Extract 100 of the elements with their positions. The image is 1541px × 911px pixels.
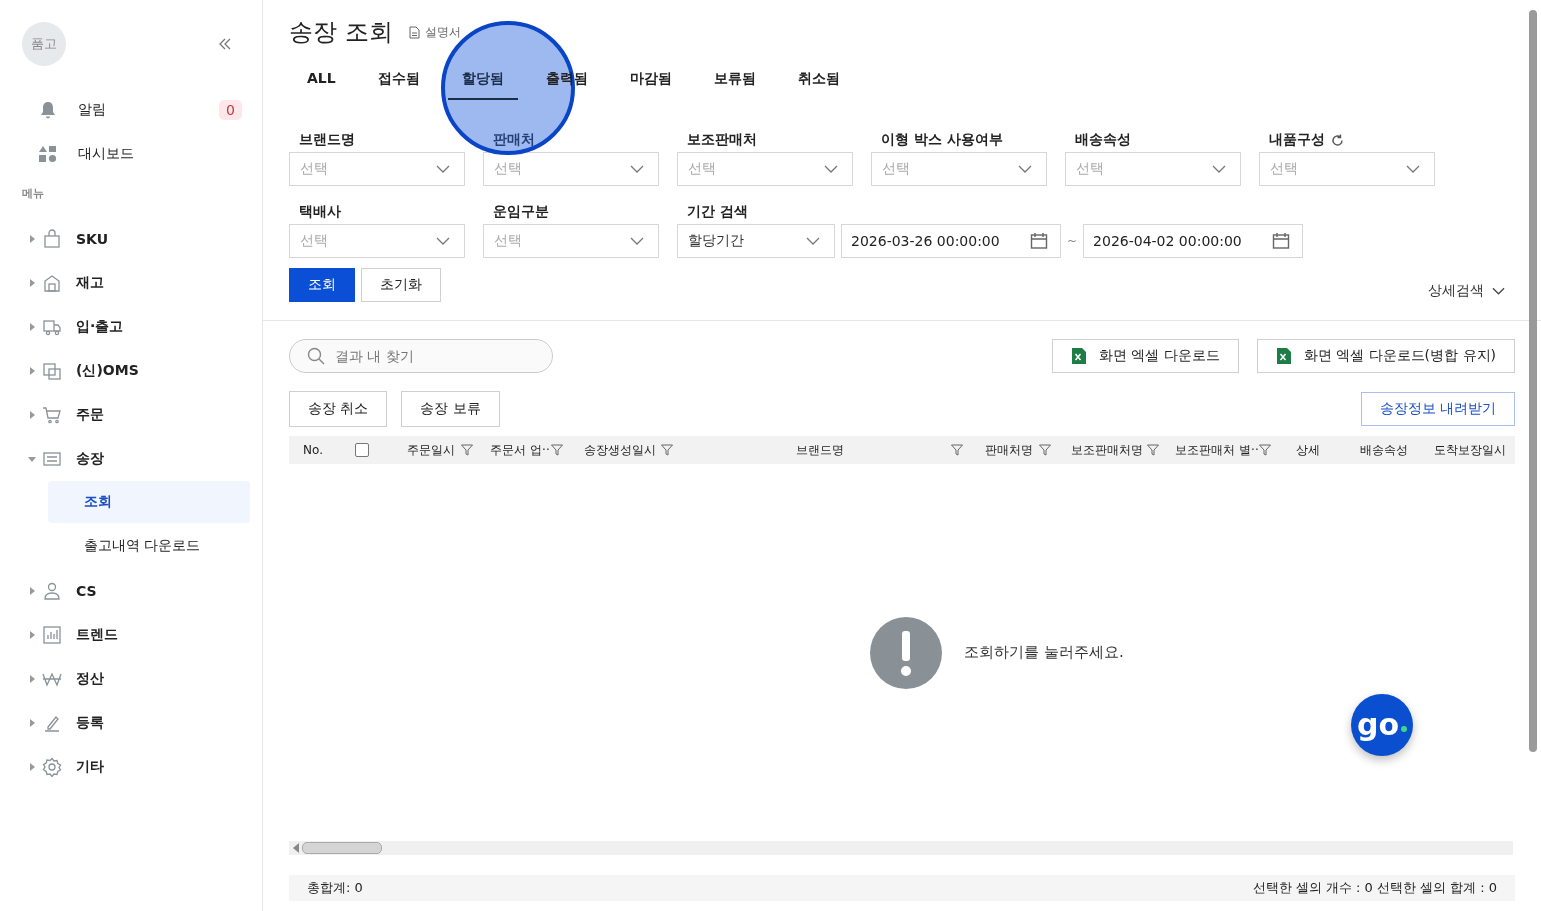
search-field[interactable]: 결과 내 찾기 [289,339,553,373]
date-field[interactable]: 2026-03-26 00:00:00 [841,224,1061,258]
filter-label: 판매처 [493,131,535,149]
horizontal-scrollbar[interactable] [289,841,1513,855]
menu-item[interactable]: 입·출고 [22,305,250,349]
caret-icon [28,411,36,419]
caret-icon [28,763,36,771]
truck-icon [42,317,62,337]
filter-icon[interactable] [1039,444,1051,456]
chevron-icon [1212,165,1226,173]
chevron-icon [824,165,838,173]
filter-icon[interactable] [661,444,673,456]
caret-icon [28,367,36,375]
scroll-left-icon[interactable] [292,843,300,853]
column-header: 주문일시 [407,441,455,459]
status-tab[interactable]: 접수됨 [363,62,434,100]
advanced-search-toggle[interactable]: 상세검색 [1428,282,1505,300]
filter-icon[interactable] [551,444,563,456]
caret-icon [28,279,36,287]
filter-icon[interactable] [1147,444,1159,456]
status-tab[interactable]: 보류됨 [699,62,770,100]
menu-item[interactable]: 송장 [22,437,250,481]
column-header: 보조판매처명 [1071,441,1143,459]
status-tab[interactable]: ALL [293,62,350,100]
download-button[interactable]: 송장정보 내려받기 [1360,392,1515,426]
menu-item[interactable]: 주문 [22,393,250,437]
submenu-item[interactable]: 출고내역 다운로드 [48,525,250,567]
action-button[interactable]: 송장 취소 [289,391,388,427]
column-header: 보조판매처 별·· [1175,441,1259,459]
menu-item[interactable]: (신)OMS [22,349,250,393]
caret-icon [28,675,36,683]
chevron-icon [436,165,450,173]
reset-button[interactable]: 초기화 [361,268,441,302]
collapse-icon[interactable] [218,37,232,51]
menu-item[interactable]: 등록 [22,701,250,745]
status-tab[interactable]: 할당됨 [447,62,518,100]
column-header: 도착보장일시 [1434,441,1506,459]
date-field[interactable]: 2026-04-02 00:00:00 [1083,224,1304,258]
sidebar-item[interactable]: 알림 0 [22,88,250,132]
excel-icon [1070,347,1087,365]
excel-icon [1275,347,1292,365]
menu-item[interactable]: 트렌드 [22,613,250,657]
chevron-icon [1018,165,1032,173]
bell-icon [38,100,58,120]
section-title: 메뉴 [22,186,45,201]
filter-icon[interactable] [951,444,963,456]
chevron-icon [436,237,450,245]
menu-item[interactable]: SKU [22,217,250,261]
column-header: 송장생성일시 [584,441,656,459]
person-icon [42,581,62,601]
search-icon [307,347,325,365]
refresh-icon[interactable] [1331,133,1344,147]
select-all-checkbox[interactable] [355,443,369,457]
chevron-icon [1406,165,1420,173]
caret-icon [28,323,36,331]
chat-button[interactable]: go [1351,694,1413,756]
filter-icon[interactable] [1259,444,1271,456]
column-header: 브랜드명 [796,441,844,459]
menu-item[interactable]: 정산 [22,657,250,701]
calendar-icon [1030,232,1048,250]
house-icon [42,273,62,293]
filter-label: 택배사 [299,203,341,221]
filter-label: 운임구분 [493,203,549,221]
caret-icon [28,587,36,595]
column-header: 주문서 업·· [490,441,550,459]
vertical-scrollbar[interactable] [1529,10,1537,752]
filter-label: 브랜드명 [299,131,355,149]
status-tab[interactable]: 취소됨 [783,62,854,100]
excel-download-button[interactable]: 화면 엑셀 다운로드 [1051,339,1239,373]
action-button[interactable]: 송장 보류 [401,391,500,427]
filter-label: 이형 박스 사용여부 [881,131,1003,149]
list-icon [42,449,62,469]
menu-item[interactable]: CS [22,569,250,613]
chevron-icon [630,237,644,245]
filter-label: 배송속성 [1075,131,1131,149]
menu-item[interactable]: 재고 [22,261,250,305]
column-header: No. [303,443,323,457]
caret-icon [28,455,36,463]
manual-link[interactable]: 설명서 [408,23,461,41]
menu-item[interactable]: 기타 [22,745,250,789]
count-badge: 0 [219,100,242,120]
excel-download-button[interactable]: 화면 엑셀 다운로드(병합 유지) [1256,339,1515,373]
caret-icon [28,719,36,727]
bag-icon [42,229,62,249]
sidebar-item[interactable]: 대시보드 [22,132,250,176]
selection-summary: 선택한 셀의 개수 : 0 선택한 셀의 합계 : 0 [1252,879,1497,897]
select-field[interactable]: 할당기간 [677,224,835,258]
filter-icon[interactable] [461,444,473,456]
chart-icon [42,625,62,645]
page-title: 송장 조회 [289,17,393,48]
status-tab[interactable]: 마감됨 [615,62,686,100]
empty-message: 조회하기를 눌러주세요. [964,643,1124,662]
chevron-icon [806,237,820,245]
column-header: 상세 [1296,441,1320,459]
submenu-item[interactable]: 조회 [48,481,250,523]
filter-label: 보조판매처 [687,131,757,149]
search-button[interactable]: 조회 [289,268,355,302]
caret-icon [28,631,36,639]
chevron-icon [1492,287,1505,295]
cart-icon [42,405,62,425]
